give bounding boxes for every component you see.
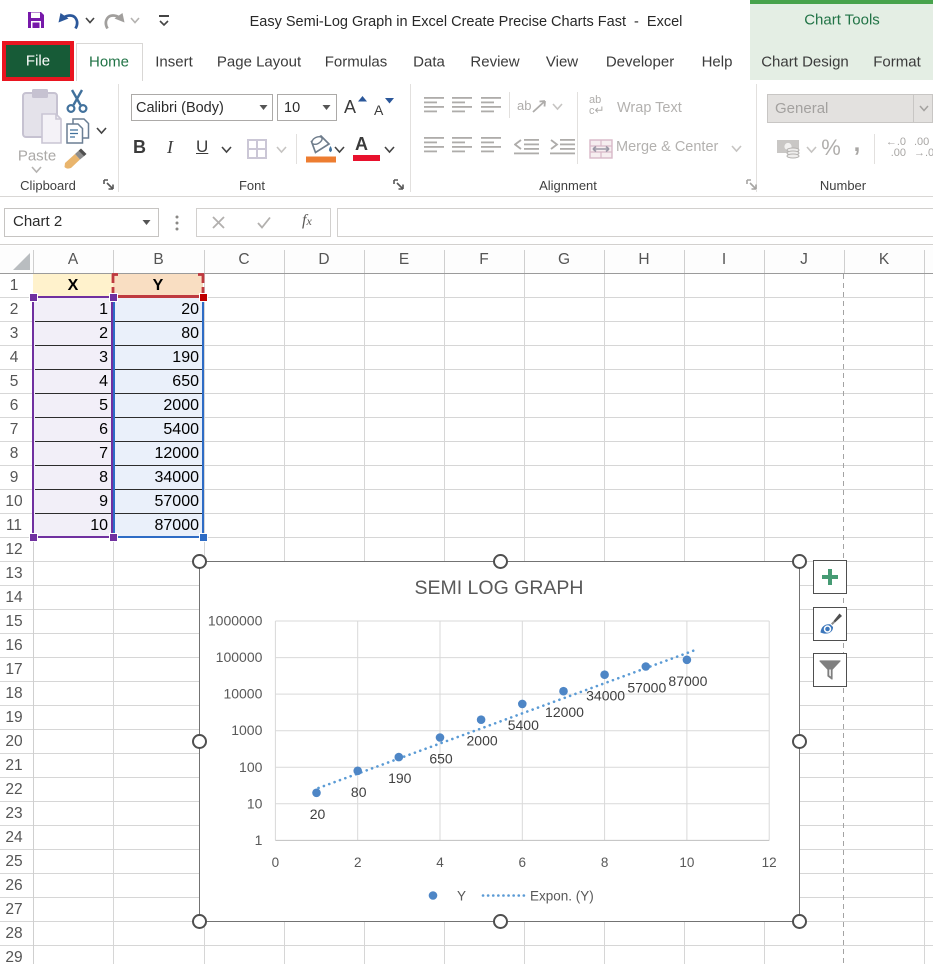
svg-text:12: 12 — [762, 855, 777, 870]
svg-text:1000000: 1000000 — [208, 613, 263, 629]
svg-text:100: 100 — [239, 759, 263, 775]
svg-text:100000: 100000 — [216, 649, 263, 665]
svg-text:2: 2 — [354, 855, 362, 870]
svg-text:4: 4 — [436, 855, 444, 870]
svg-text:5400: 5400 — [508, 717, 539, 733]
svg-text:Y: Y — [457, 889, 466, 904]
svg-text:12000: 12000 — [545, 704, 584, 720]
svg-text:6: 6 — [519, 855, 527, 870]
svg-text:190: 190 — [388, 770, 412, 786]
svg-text:10000: 10000 — [223, 686, 262, 702]
svg-text:1: 1 — [255, 832, 263, 848]
svg-text:57000: 57000 — [627, 680, 666, 696]
svg-text:2000: 2000 — [467, 733, 498, 749]
svg-text:10: 10 — [679, 855, 694, 870]
svg-text:0: 0 — [272, 855, 280, 870]
svg-text:20: 20 — [310, 806, 326, 822]
svg-text:80: 80 — [351, 784, 367, 800]
svg-text:1000: 1000 — [231, 722, 262, 738]
svg-text:34000: 34000 — [586, 688, 625, 704]
svg-text:650: 650 — [429, 751, 453, 767]
svg-text:10: 10 — [247, 795, 263, 811]
svg-text:Expon. (Y): Expon. (Y) — [530, 889, 594, 904]
svg-text:87000: 87000 — [668, 673, 707, 689]
svg-text:8: 8 — [601, 855, 609, 870]
svg-text:SEMI LOG GRAPH: SEMI LOG GRAPH — [414, 577, 583, 599]
